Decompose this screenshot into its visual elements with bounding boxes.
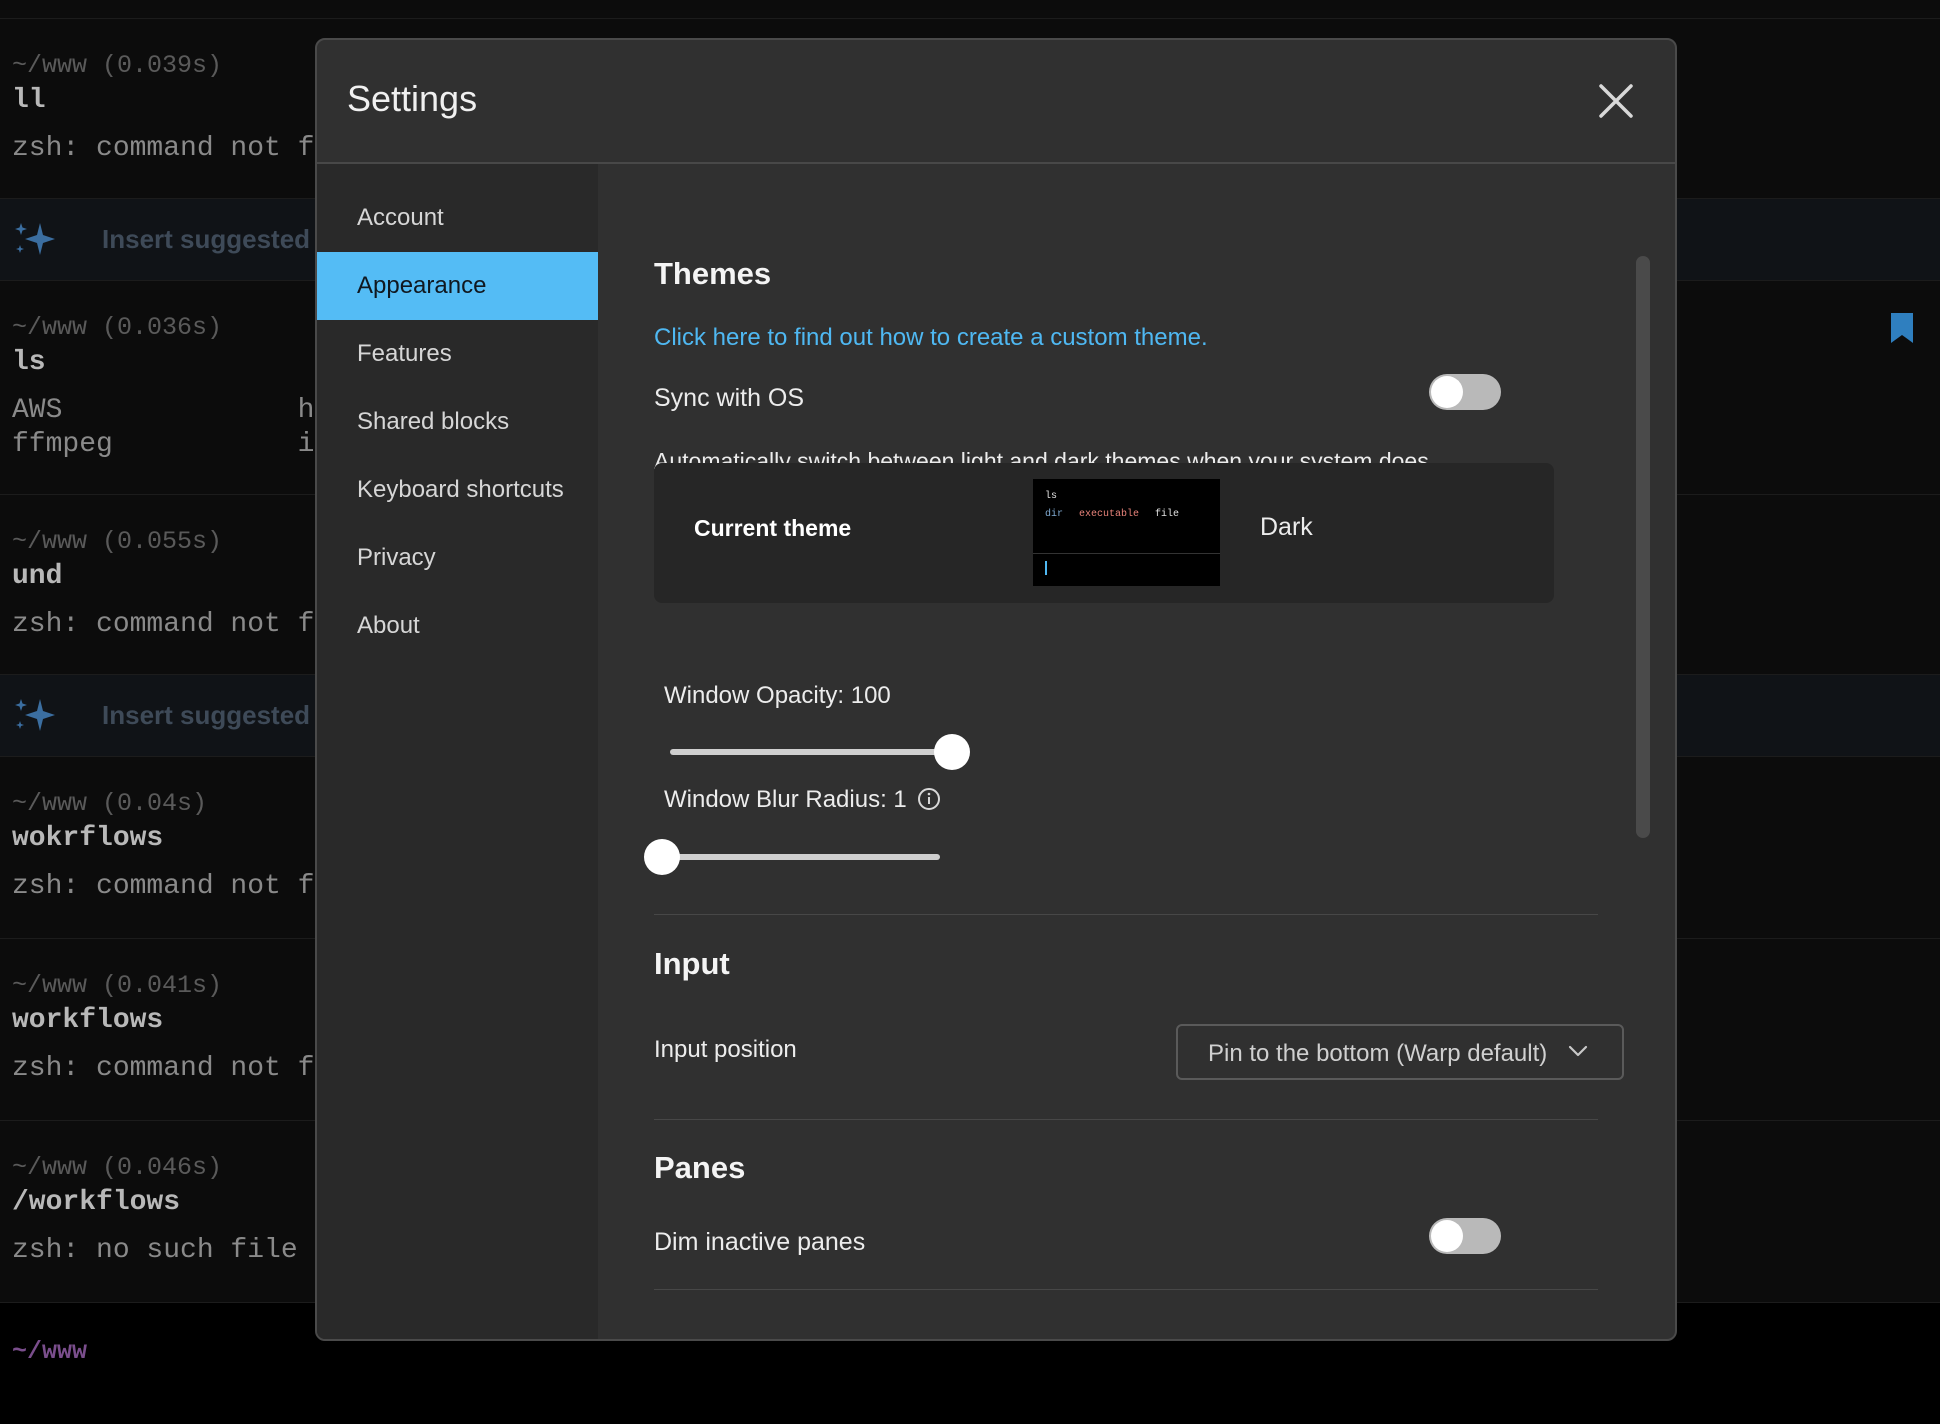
- sidebar-item-account[interactable]: Account: [317, 184, 598, 252]
- bookmark-icon[interactable]: [1890, 312, 1914, 344]
- sidebar-item-keyboard-shortcuts[interactable]: Keyboard shortcuts: [317, 456, 598, 524]
- current-directory: ~/www: [12, 1337, 88, 1366]
- blur-slider-track[interactable]: [658, 854, 940, 860]
- sparkle-icon: [15, 699, 55, 731]
- custom-theme-link[interactable]: Click here to find out how to create a c…: [654, 324, 1208, 352]
- appearance-content: Themes Click here to find out how to cre…: [598, 164, 1675, 1339]
- block-command: /workflows: [12, 1187, 181, 1218]
- block-output: zsh: command not fo: [12, 609, 332, 640]
- block-command: workflows: [12, 1005, 164, 1036]
- theme-preview: ls dir executable file: [1033, 479, 1220, 586]
- preview-executable: executable: [1079, 509, 1140, 520]
- block-command: cd www/: [12, 0, 130, 8]
- preview-cursor: [1045, 561, 1047, 575]
- preview-ls: ls: [1045, 491, 1058, 502]
- section-divider: [654, 1289, 1598, 1290]
- close-icon[interactable]: [1595, 80, 1637, 122]
- block-output: zsh: no such file o: [12, 1235, 332, 1266]
- dim-inactive-panes-label: Dim inactive panes: [654, 1228, 866, 1256]
- settings-modal: Settings Account Appearance Features Sha…: [315, 38, 1677, 1341]
- block-command: und: [12, 561, 63, 592]
- themes-section-title: Themes: [654, 256, 772, 291]
- sparkle-icon: [15, 223, 55, 255]
- sidebar-item-privacy[interactable]: Privacy: [317, 524, 598, 592]
- sidebar-item-about[interactable]: About: [317, 592, 598, 660]
- panes-section-title: Panes: [654, 1150, 746, 1185]
- toggle-knob: [1431, 376, 1463, 408]
- block-output: zsh: command not fo: [12, 871, 332, 902]
- block-prompt: ~/www (0.04s): [12, 789, 208, 818]
- current-theme-label: Current theme: [694, 515, 852, 541]
- opacity-slider-track[interactable]: [670, 749, 952, 755]
- dim-inactive-panes-toggle[interactable]: [1429, 1218, 1501, 1254]
- terminal-block[interactable]: cd www/: [0, 0, 1940, 18]
- settings-sidebar: Account Appearance Features Shared block…: [317, 164, 598, 1339]
- content-scrollbar[interactable]: [1636, 256, 1650, 838]
- sidebar-item-appearance[interactable]: Appearance: [317, 252, 598, 320]
- block-prompt: ~/www (0.036s): [12, 313, 223, 342]
- block-prompt: ~/www (0.055s): [12, 527, 223, 556]
- info-icon[interactable]: [917, 787, 941, 811]
- sync-with-os-label: Sync with OS: [654, 384, 805, 412]
- block-command: wokrflows: [12, 823, 164, 854]
- sidebar-item-features[interactable]: Features: [317, 320, 598, 388]
- current-theme-card[interactable]: Current theme ls dir executable file Dar…: [654, 463, 1554, 603]
- block-command: ll: [12, 85, 46, 116]
- toggle-knob: [1431, 1220, 1463, 1252]
- block-output: ffmpeg ins: [12, 429, 349, 460]
- block-output: zsh: command not fo: [12, 133, 332, 164]
- blur-slider-thumb[interactable]: [644, 839, 681, 875]
- input-position-dropdown[interactable]: Pin to the bottom (Warp default): [1176, 1024, 1624, 1080]
- input-section-title: Input: [654, 946, 730, 981]
- preview-file: file: [1155, 509, 1180, 520]
- ai-suggestion-text: Insert suggested c: [102, 699, 332, 730]
- block-prompt: ~/www (0.046s): [12, 1153, 223, 1182]
- sync-with-os-toggle[interactable]: [1429, 374, 1501, 410]
- chevron-down-icon: [1568, 1045, 1588, 1057]
- block-prompt: ~/www (0.039s): [12, 51, 223, 80]
- modal-title: Settings: [347, 78, 478, 119]
- dropdown-selected-value: Pin to the bottom (Warp default): [1208, 1040, 1548, 1067]
- section-divider: [654, 914, 1598, 915]
- block-output: zsh: command not fo: [12, 1053, 332, 1084]
- current-theme-name: Dark: [1260, 513, 1313, 541]
- ai-suggestion-text: Insert suggested c: [102, 223, 332, 254]
- block-output: AWS hls: [12, 395, 349, 426]
- block-command: ls: [12, 347, 46, 378]
- input-position-label: Input position: [654, 1036, 797, 1063]
- window-blur-label: Window Blur Radius: 1: [664, 786, 941, 814]
- sidebar-item-shared-blocks[interactable]: Shared blocks: [317, 388, 598, 456]
- section-divider: [654, 1119, 1598, 1120]
- opacity-slider-thumb[interactable]: [934, 734, 970, 770]
- window-opacity-label: Window Opacity: 100: [664, 682, 891, 709]
- block-prompt: ~/www (0.041s): [12, 971, 223, 1000]
- preview-dir: dir: [1045, 509, 1064, 520]
- modal-header: Settings: [317, 40, 1675, 164]
